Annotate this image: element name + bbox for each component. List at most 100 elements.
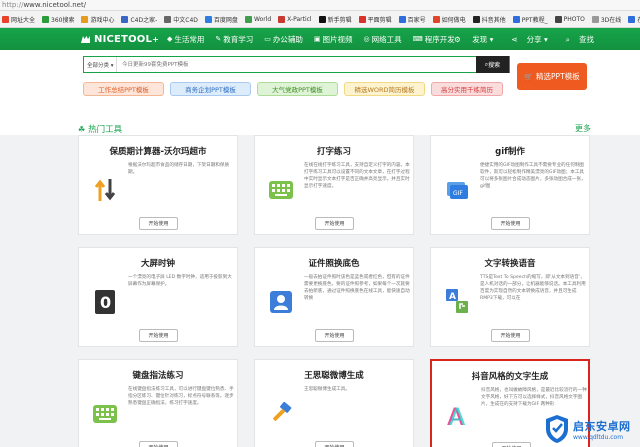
bookmark-item[interactable]: 新手剪辑 (318, 15, 352, 24)
bookmark-item[interactable]: X-Particl (278, 15, 312, 23)
start-use-button[interactable]: 开始使用 (139, 441, 178, 447)
bookmarks-bar: 网址大全 360搜索 游戏中心 C4D之家- 中文C4D 百度网盘 World X-Parti… (0, 11, 640, 28)
bookmark-item[interactable]: 3D在线 (591, 15, 621, 24)
start-use-button[interactable]: 开始使用 (315, 217, 354, 230)
nav-share[interactable]: ⋖ 分享 ▾ (502, 34, 547, 45)
tool-card[interactable]: gif制作 GIF 便捷实用的GIF动图制作工具不需要专业的任何制图软件，就可以轻松… (430, 135, 590, 235)
tag-business[interactable]: 商务企划PPT模板 (170, 82, 251, 96)
start-use-button[interactable]: 开始使用 (315, 441, 354, 447)
tool-card-title[interactable]: 打字练习 (255, 145, 413, 157)
bookmark-label: 平面剪辑 (367, 16, 392, 24)
nav-item[interactable]: ✎ 教育学习 (215, 34, 253, 45)
tool-card[interactable]: 打字练习 在线在线打字练习工具，支持自定义打字的内容。本打字练习工具可以设置不同的… (254, 135, 414, 235)
tag-party[interactable]: 大气党政PPT模板 (257, 82, 338, 96)
nav-item-label: 办公辅助 (272, 34, 303, 44)
bookmark-label: 游戏中心 (90, 16, 115, 24)
tool-card[interactable]: 王思聪微博生成王思聪微博生成工具。开始使用 (254, 359, 414, 447)
bookmark-favicon-icon (358, 15, 366, 23)
bookmark-favicon-icon (554, 15, 562, 23)
start-use-button[interactable]: 开始使用 (491, 217, 530, 230)
start-use-button[interactable]: 开始使用 (139, 329, 178, 342)
nav-discover-label: 发现 ▾ (472, 34, 494, 44)
tag-resume[interactable]: 高分实用千练简历 (431, 82, 503, 96)
site-logo[interactable]: NICETOOL + (80, 34, 159, 45)
bookmark-item[interactable]: PPT教程_ (512, 15, 548, 24)
keyboard-icon (93, 402, 117, 426)
tool-card[interactable]: 键盘指法练习 在线键盘指法练习工具，可以进行键盘键位熟悉、手指分区练习、键位针对练… (78, 359, 238, 447)
bookmark-item[interactable]: 360搜索 (42, 15, 74, 24)
bookmark-item[interactable]: 在线剪辑 (628, 15, 640, 24)
bookmark-item[interactable]: 抖音其他 (472, 15, 506, 24)
tool-card-title[interactable]: 抖音风格的文字生成 (432, 370, 588, 382)
nav-item[interactable]: ▭ 办公辅助 (264, 34, 303, 45)
start-use-button[interactable]: 开始使用 (315, 329, 354, 342)
tool-card[interactable]: 保质期计算器-沃尔玛超市根据沃尔玛超市食品的储存日期，下架日期和保质期。开始使用 (78, 135, 238, 235)
bookmark-item[interactable]: 网址大全 (2, 15, 35, 24)
gif-icon: GIF (445, 178, 469, 202)
quick-tags: 工作总结PPT模板 商务企划PPT模板 大气党政PPT模板 精选WORD简历模板… (83, 82, 509, 96)
bookmark-label: 抖音其他 (481, 16, 506, 24)
bookmark-item[interactable]: 平面剪辑 (358, 15, 392, 24)
bookmark-favicon-icon (398, 15, 406, 23)
bookmark-favicon-icon (432, 15, 440, 23)
bookmark-label: 百度网盘 (213, 16, 238, 24)
start-use-button[interactable]: 开始使用 (492, 442, 531, 447)
start-use-button[interactable]: 开始使用 (139, 217, 178, 230)
bookmark-item[interactable]: PHOTO (554, 15, 585, 23)
svg-text:0: 0 (100, 293, 111, 312)
nav-item[interactable]: ◎ 网络工具 (363, 34, 401, 45)
bookmark-item[interactable]: 游戏中心 (81, 15, 114, 24)
bookmark-label: 360搜索 (51, 16, 75, 24)
tool-card-title[interactable]: 证件照换底色 (255, 257, 413, 269)
browser-page: http://www.nicetool.net/ 网址大全 360搜索 游戏中心 C4… (0, 0, 640, 447)
nav-item-label: 教育学习 (223, 34, 254, 44)
tag-word-resume[interactable]: 精选WORD简历模板 (344, 82, 425, 96)
category-select[interactable]: 全部分类 ▾ (84, 57, 117, 72)
nav-item-icon: ▣ (313, 35, 321, 43)
search-button[interactable]: ⌕ 搜索 (476, 56, 509, 73)
nav-find[interactable]: ⌕ 查找 (557, 34, 594, 45)
tool-card[interactable]: 文字转换语音 A TTS是Text To Speech的缩写，即'从文本到语音'，是… (430, 247, 590, 347)
logo-text: NICETOOL (94, 33, 153, 45)
nav-item-icon: ✎ (215, 35, 222, 43)
tool-card-title[interactable]: 文字转换语音 (431, 257, 589, 269)
nav-item[interactable]: ▣ 图片视频 (314, 34, 353, 45)
more-link[interactable]: 更多 (575, 123, 591, 134)
search-input[interactable] (117, 57, 476, 72)
tool-card-title[interactable]: 保质期计算器-沃尔玛超市 (79, 145, 237, 157)
idphoto-icon (269, 290, 293, 314)
bookmark-favicon-icon (81, 15, 89, 23)
tool-card[interactable]: 证件照换底色 一般去拍证件照时该色是蓝色或者红色，但有的证件需要更换底色，要的证件… (254, 247, 414, 347)
nav-item-icon: ◆ (166, 35, 173, 43)
tool-card-title[interactable]: 大屏时钟 (79, 257, 237, 269)
address-bar[interactable]: http://www.nicetool.net/ (0, 0, 640, 11)
bookmark-favicon-icon (42, 15, 50, 23)
nav-discover[interactable]: ⚙ 发现 ▾ (445, 34, 493, 45)
tool-card-title[interactable]: 王思聪微博生成 (255, 369, 413, 381)
bookmark-favicon-icon (628, 15, 636, 23)
tool-card-description: 根据沃尔玛超市食品的储存日期，下架日期和保质期。 (128, 163, 230, 175)
watermark-url: www.qdltdu.com (573, 433, 624, 441)
share-icon: ⋖ (511, 34, 518, 44)
bookmark-item[interactable]: 百家号 (398, 15, 426, 24)
nav-item-icon: ▭ (264, 35, 271, 43)
bookmark-favicon-icon (318, 15, 326, 23)
nav-right: ⚙ 发现 ▾ ⋖ 分享 ▾ ⌕ 查找 (436, 34, 594, 45)
tool-card[interactable]: 大屏时钟 0 一个漂亮的电子屏 LED 数字时钟，适用于投影到大屏幕作为屏幕保护。开… (78, 247, 238, 347)
bookmark-favicon-icon (2, 15, 9, 23)
nav-item[interactable]: ◆ 生活常用 (167, 34, 204, 45)
tool-card-description: 便捷实用的GIF动图制作工具不需要专业的任何制图软件，就可以轻松制作精美漂亮的G… (480, 163, 586, 189)
featured-ppt-label: 精选PPT模板 (536, 72, 580, 81)
tool-card-title[interactable]: 键盘指法练习 (79, 369, 237, 381)
bookmark-item[interactable]: 百度网盘 (204, 15, 238, 24)
bookmark-item[interactable]: World (244, 15, 271, 23)
start-use-button[interactable]: 开始使用 (491, 329, 530, 342)
clock-icon: 0 (93, 290, 117, 314)
featured-ppt-button[interactable]: 🛒 精选PPT模板 (517, 63, 587, 90)
bookmark-item[interactable]: C4D之家- (121, 15, 157, 24)
bookmark-item[interactable]: 中文C4D (164, 15, 198, 24)
bookmark-item[interactable]: 如何做电 (432, 15, 466, 24)
nav-item-label: 生活常用 (174, 34, 205, 44)
tool-card-title[interactable]: gif制作 (431, 145, 589, 157)
tag-work-summary[interactable]: 工作总结PPT模板 (83, 82, 164, 96)
